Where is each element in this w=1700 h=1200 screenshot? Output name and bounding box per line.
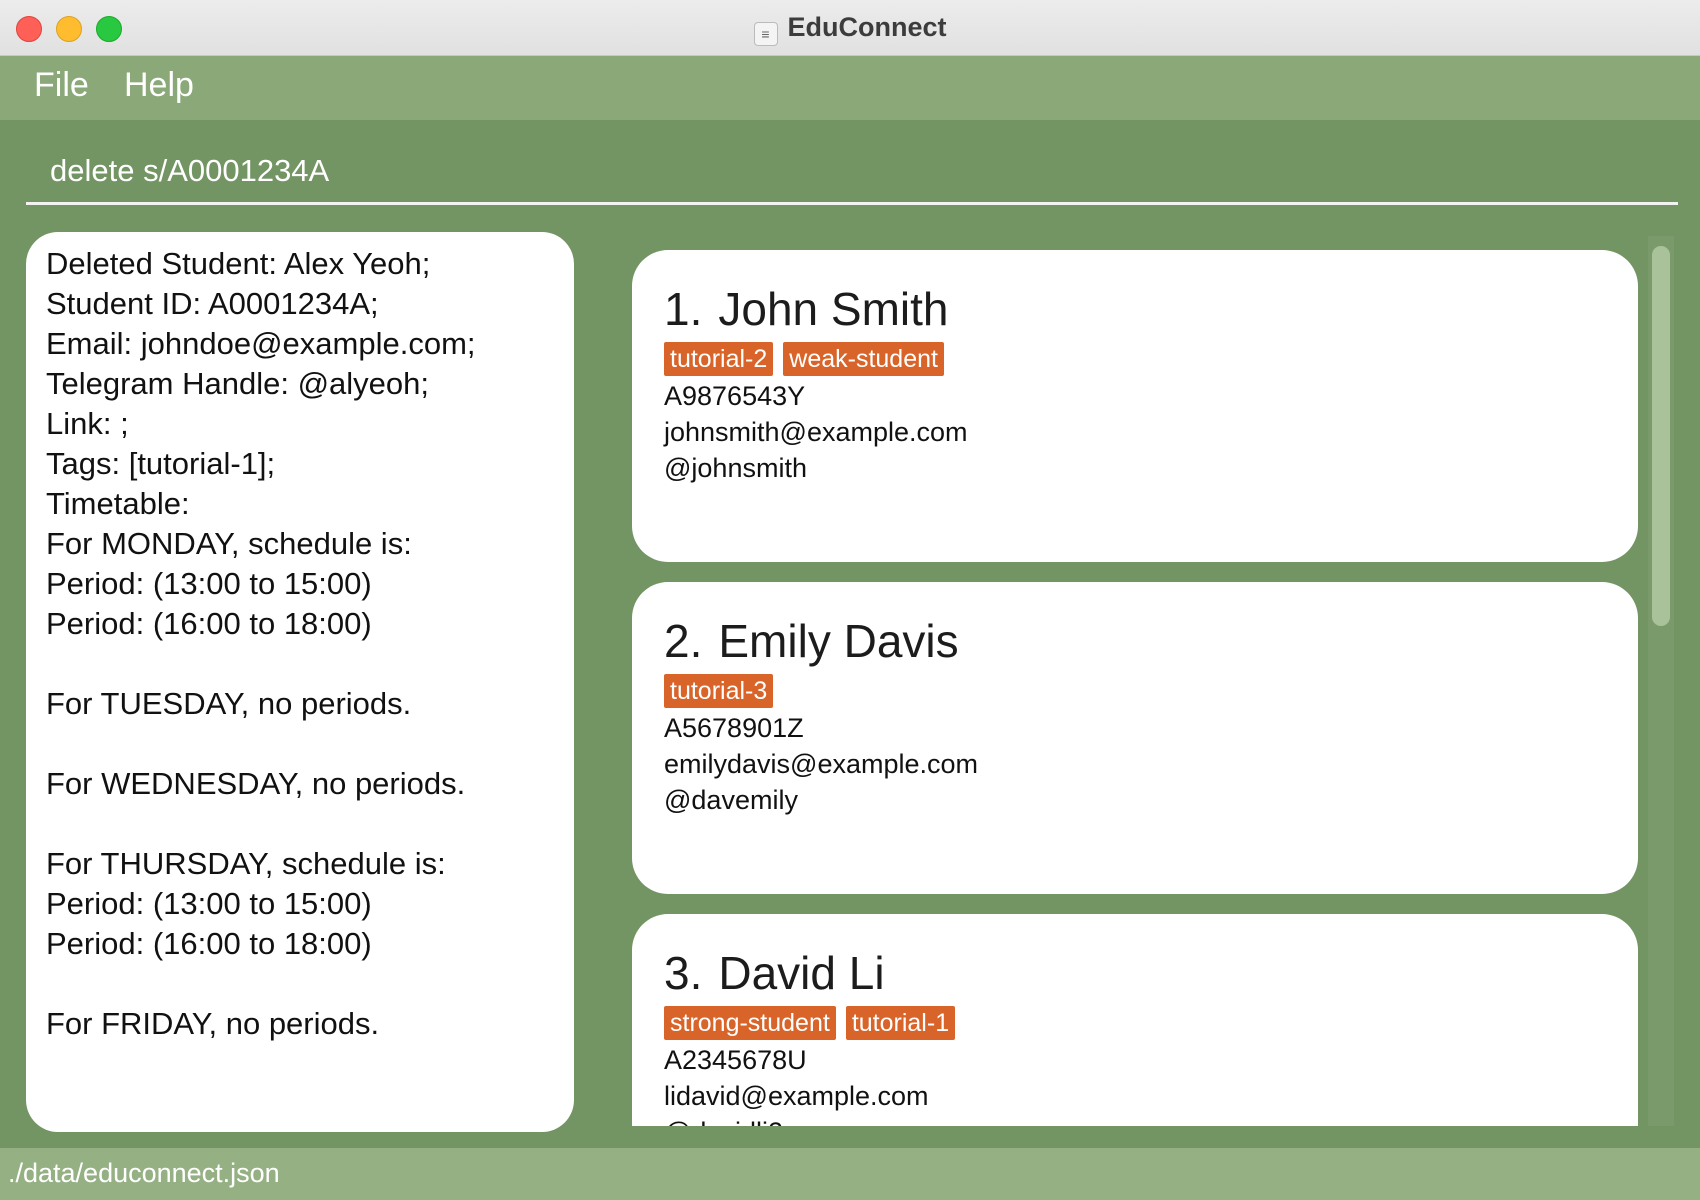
student-index: 1. bbox=[664, 283, 703, 335]
command-input[interactable] bbox=[48, 150, 1652, 192]
student-id: A2345678U bbox=[664, 1045, 807, 1075]
tag-badge: strong-student bbox=[664, 1006, 836, 1040]
save-location: ./data/educonnect.json bbox=[8, 1158, 280, 1188]
list-scrollbar[interactable] bbox=[1648, 236, 1674, 1126]
student-email: johnsmith@example.com bbox=[664, 417, 968, 447]
student-list[interactable]: 1. John Smith tutorial-2 weak-student A987… bbox=[632, 236, 1648, 1126]
student-card[interactable]: 1. John Smith tutorial-2 weak-student A987… bbox=[632, 250, 1638, 562]
window-title: ≡ EduConnect bbox=[0, 12, 1700, 46]
student-card-title: 2. Emily Davis bbox=[664, 610, 1606, 672]
student-tags: strong-student tutorial-1 bbox=[664, 1006, 1606, 1042]
tag-badge: tutorial-1 bbox=[845, 1006, 956, 1040]
student-handle: @davidli2 bbox=[664, 1114, 1606, 1126]
tag-badge: tutorial-3 bbox=[664, 674, 774, 708]
student-card-title: 1. John Smith bbox=[664, 278, 1606, 340]
scrollbar-thumb[interactable] bbox=[1652, 246, 1670, 626]
tag-badge: weak-student bbox=[783, 342, 944, 376]
status-bar: ./data/educonnect.json bbox=[0, 1148, 1700, 1200]
student-id: A9876543Y bbox=[664, 381, 806, 411]
student-index: 2. bbox=[664, 615, 703, 667]
student-name: John Smith bbox=[718, 283, 949, 335]
student-id: A5678901Z bbox=[664, 713, 804, 743]
result-display[interactable]: Deleted Student: Alex Yeoh; Student ID: … bbox=[26, 232, 574, 1132]
result-text: Deleted Student: Alex Yeoh; Student ID: … bbox=[46, 246, 476, 1041]
menu-bar: File Help bbox=[0, 56, 1700, 120]
menu-help[interactable]: Help bbox=[120, 66, 198, 105]
title-bar: ≡ EduConnect bbox=[0, 0, 1700, 56]
student-name: Emily Davis bbox=[718, 615, 959, 667]
student-card[interactable]: 3. David Li strong-student tutorial-1 A234… bbox=[632, 914, 1638, 1126]
student-tags: tutorial-3 bbox=[664, 674, 1606, 710]
window-title-text: EduConnect bbox=[787, 12, 947, 42]
app-window: ≡ EduConnect File Help Deleted Student: A… bbox=[0, 0, 1700, 1200]
student-handle: @johnsmith bbox=[664, 453, 807, 483]
student-email: lidavid@example.com bbox=[664, 1081, 929, 1111]
menu-file[interactable]: File bbox=[30, 66, 93, 105]
app-icon: ≡ bbox=[753, 22, 778, 46]
student-index: 3. bbox=[664, 947, 703, 999]
student-card[interactable]: 2. Emily Davis tutorial-3 A5678901Z emily… bbox=[632, 582, 1638, 894]
student-handle: @davemily bbox=[664, 785, 798, 815]
student-email: emilydavis@example.com bbox=[664, 749, 979, 779]
student-tags: tutorial-2 weak-student bbox=[664, 342, 1606, 378]
tag-badge: tutorial-2 bbox=[664, 342, 774, 376]
student-card-title: 3. David Li bbox=[664, 942, 1606, 1004]
command-box bbox=[26, 140, 1678, 205]
student-name: David Li bbox=[718, 947, 885, 999]
